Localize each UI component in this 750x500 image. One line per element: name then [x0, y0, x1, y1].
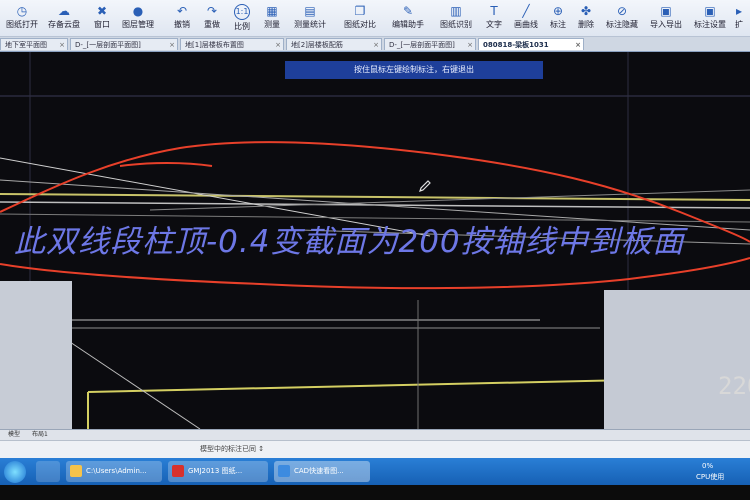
tab-document[interactable]: 地下室平面图 × — [0, 38, 68, 50]
open-icon: ◷ — [16, 4, 28, 18]
redo-icon: ↷ — [206, 4, 218, 18]
gmj-app-icon — [172, 465, 184, 477]
windows-taskbar: C:\Users\Admin... GMJ2013 图纸... CAD快速看图.… — [0, 458, 750, 485]
pen-cursor-icon — [419, 180, 431, 192]
close-icon[interactable]: × — [275, 39, 281, 50]
tab-document[interactable]: 地[2]层楼板配筋 × — [286, 38, 382, 50]
window-icon: ✖ — [96, 4, 108, 18]
measure-icon: ▦ — [266, 4, 278, 18]
status-bar: 模型中的标注已同 ↕ — [0, 440, 750, 459]
taskbar-window-cad[interactable]: CAD快速看图... — [274, 461, 370, 482]
detail-panel-left — [0, 281, 72, 429]
recognize-icon: ▥ — [450, 4, 462, 18]
taskbar-app-icon[interactable] — [36, 461, 60, 482]
text-icon: T — [490, 4, 498, 18]
stat-icon: ▤ — [304, 4, 316, 18]
tool-more-button[interactable]: ▸ 扩 — [728, 2, 750, 34]
hide-icon: ⊘ — [616, 4, 628, 18]
tool-compare-button[interactable]: ❐ 图纸对比 — [338, 2, 382, 34]
drawing-canvas[interactable]: 按住鼠标左键绘制标注，右键退出 此双线段柱顶-0.4变截面为200按轴线中到板面… — [0, 52, 750, 429]
tool-stat-button[interactable]: ▤ 测量统计 — [288, 2, 332, 34]
close-icon[interactable]: × — [467, 39, 473, 50]
freehand-markup — [119, 162, 213, 167]
taskbar-window-gmj[interactable]: GMJ2013 图纸... — [168, 461, 268, 482]
detail-panel-right — [604, 290, 750, 429]
close-icon[interactable]: × — [373, 39, 379, 50]
close-icon[interactable]: × — [575, 39, 581, 50]
freehand-markup — [0, 257, 750, 290]
tool-import-export-button[interactable]: ▣ 导入导出 — [644, 2, 688, 34]
compare-icon: ❐ — [354, 4, 366, 18]
dimension-label: 220 — [718, 372, 750, 400]
layout-tab-bar: 模型 布局1 — [0, 429, 750, 440]
settings-icon: ▣ — [704, 4, 716, 18]
structure-line — [69, 341, 201, 429]
undo-icon: ↶ — [176, 4, 188, 18]
delete-icon: ✤ — [580, 4, 592, 18]
tab-document-active[interactable]: 080818-梁板1031 × — [478, 38, 584, 50]
folder-icon — [70, 465, 82, 477]
cpu-percent: 0% — [702, 462, 714, 470]
tab-document[interactable]: D-_[一层剖面平面图] × — [384, 38, 476, 50]
system-tray[interactable]: 0% CPU使用 — [674, 460, 744, 483]
tool-hide-button[interactable]: ⊘ 标注隐藏 — [600, 2, 644, 34]
taskbar-window-explorer[interactable]: C:\Users\Admin... — [66, 461, 162, 482]
main-toolbar: ◷ 图纸打开 ☁ 存备云盘 ✖ 窗口 ● 图层管理 ↶ 撤销 ↷ 重做 1:1 比例 ▦ 测量 … — [0, 0, 750, 37]
close-icon[interactable]: × — [59, 39, 65, 50]
tool-layer-button[interactable]: ● 图层管理 — [116, 2, 160, 34]
monitor-bezel — [0, 485, 750, 500]
cloud-icon: ☁ — [58, 4, 70, 18]
cad-app-icon — [278, 465, 290, 477]
tool-edit-assist-button[interactable]: ✎ 编辑助手 — [386, 2, 430, 34]
close-icon[interactable]: × — [169, 39, 175, 50]
tab-document[interactable]: D-_[一层剖面平面图] × — [70, 38, 178, 50]
curve-icon: ╱ — [522, 4, 530, 18]
tool-settings-button[interactable]: ▣ 标注设置 — [688, 2, 732, 34]
status-text: 模型中的标注已同 ↕ — [200, 445, 265, 453]
tab-layout1[interactable]: 布局1 — [28, 430, 52, 440]
layer-icon: ● — [132, 4, 144, 18]
tab-document[interactable]: 地[1]层楼板布置图 × — [180, 38, 284, 50]
tab-model[interactable]: 模型 — [4, 430, 24, 440]
import-export-icon: ▣ — [660, 4, 672, 18]
scale-icon: 1:1 — [234, 4, 250, 20]
tool-open-button[interactable]: ◷ 图纸打开 — [0, 2, 44, 34]
document-tab-strip: 地下室平面图 × D-_[一层剖面平面图] × 地[1]层楼板布置图 × 地[2]层楼… — [0, 37, 750, 52]
edit-assist-icon: ✎ — [402, 4, 414, 18]
more-icon: ▸ — [735, 4, 743, 18]
hint-banner: 按住鼠标左键绘制标注，右键退出 — [285, 61, 543, 79]
start-button[interactable] — [4, 461, 26, 483]
cpu-label: CPU使用 — [696, 473, 725, 481]
annotation-text[interactable]: 此双线段柱顶-0.4变截面为200按轴线中到板面 — [14, 216, 734, 261]
